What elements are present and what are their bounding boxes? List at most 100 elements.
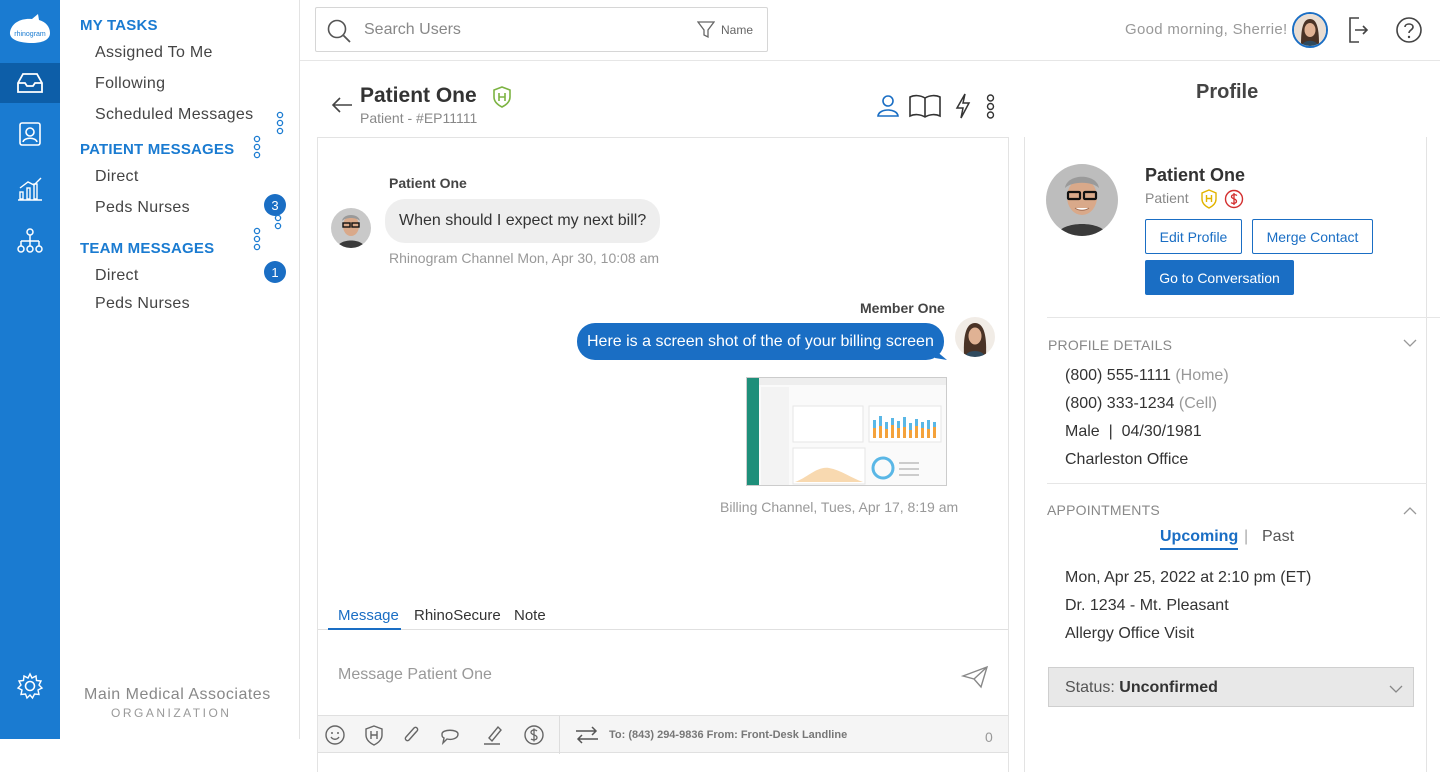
message-sender: Member One <box>860 300 945 316</box>
billing-screenshot-attachment[interactable] <box>746 377 947 486</box>
team-messages-heading[interactable]: TEAM MESSAGES <box>80 240 214 257</box>
signature-pen-icon[interactable] <box>481 724 503 746</box>
appointment-type: Allergy Office Visit <box>1065 625 1195 642</box>
logo-text: rhinogram <box>14 31 46 38</box>
status-value: Unconfirmed <box>1119 679 1218 696</box>
tab-upcoming[interactable]: Upcoming <box>1160 528 1239 550</box>
profile-name: Patient One <box>1145 165 1246 185</box>
profile-panel-title: Profile <box>1196 81 1259 103</box>
profile-avatar <box>1046 164 1118 236</box>
patient-avatar <box>331 208 371 248</box>
hipaa-shield-icon[interactable] <box>363 724 385 746</box>
organization-name: Main Medical Associates <box>84 686 271 703</box>
edit-profile-button[interactable]: Edit Profile <box>1145 219 1242 254</box>
chevron-down-icon[interactable] <box>1403 338 1417 348</box>
analytics-icon[interactable] <box>0 169 60 209</box>
bubble-tail <box>935 350 947 360</box>
user-avatar[interactable] <box>1292 12 1328 48</box>
tab-message[interactable]: Message <box>338 607 399 624</box>
nav-item-team-peds-nurses[interactable]: Peds Nurses <box>95 295 190 313</box>
go-to-conversation-button[interactable]: Go to Conversation <box>1145 260 1294 295</box>
conversation-title: Patient One <box>360 84 477 107</box>
attachment-paperclip-icon[interactable] <box>400 724 422 746</box>
section-divider <box>1047 483 1427 484</box>
help-icon[interactable] <box>1395 16 1423 44</box>
chevron-down-icon <box>1389 685 1403 693</box>
nav-item-patient-direct[interactable]: Direct <box>95 168 139 186</box>
lightning-icon[interactable] <box>954 93 972 119</box>
search-icon <box>327 19 351 43</box>
nav-item-assigned-to-me[interactable]: Assigned To Me <box>95 44 213 62</box>
member-avatar <box>955 317 995 357</box>
swap-channel-icon[interactable] <box>574 724 600 746</box>
more-options-icon[interactable] <box>276 111 284 135</box>
search-users-input[interactable]: Search Users Name <box>315 7 768 52</box>
emoji-icon[interactable] <box>324 724 346 746</box>
section-divider <box>1047 317 1440 318</box>
organization-label: ORGANIZATION <box>111 706 232 720</box>
icon-rail: rhinogram <box>0 0 60 739</box>
nav-item-team-direct[interactable]: Direct <box>95 267 139 285</box>
conversation-subtitle: Patient - #EP11111 <box>360 110 478 126</box>
unread-badge: 3 <box>264 194 286 216</box>
message-meta: Billing Channel, Tues, Apr 17, 8:19 am <box>720 499 959 515</box>
nav-item-patient-peds-nurses[interactable]: Peds Nurses <box>95 199 190 217</box>
character-count: 0 <box>985 729 993 745</box>
message-input[interactable]: Message Patient One <box>338 666 492 684</box>
search-placeholder: Search Users <box>364 21 461 38</box>
search-filter-label[interactable]: Name <box>721 23 753 37</box>
phone-home: (800) 555-1111 (Home) <box>1065 367 1229 385</box>
logout-icon[interactable] <box>1347 16 1369 44</box>
app-window: rhinogram MY TASKS Assigned To Me Follow… <box>0 0 1440 772</box>
team-messages-options-icon[interactable] <box>253 227 261 251</box>
merge-contact-button[interactable]: Merge Contact <box>1252 219 1373 254</box>
patient-messages-heading[interactable]: PATIENT MESSAGES <box>80 141 234 158</box>
phone-cell: (800) 333-1234 (Cell) <box>1065 395 1217 413</box>
filter-icon[interactable] <box>697 21 715 39</box>
message-text: Here is a screen shot of the of your bil… <box>587 332 934 350</box>
contacts-icon[interactable] <box>0 114 60 154</box>
outgoing-message-bubble[interactable]: Here is a screen shot of the of your bil… <box>577 323 944 360</box>
org-chart-icon[interactable] <box>0 222 60 262</box>
appointment-doctor: Dr. 1234 - Mt. Pleasant <box>1065 597 1229 614</box>
composer-tabs: Message RhinoSecure Note <box>318 604 1008 630</box>
nav-item-following[interactable]: Following <box>95 75 165 93</box>
profile-toggle-icon[interactable] <box>876 93 900 117</box>
profile-role: Patient <box>1145 190 1189 206</box>
inbox-icon[interactable] <box>0 63 60 103</box>
greeting-text: Good morning, Sherrie! <box>1125 21 1288 38</box>
appointment-status-select[interactable]: Status: Unconfirmed <box>1048 667 1414 707</box>
profile-details-heading[interactable]: PROFILE DETAILS <box>1048 337 1172 353</box>
chat-bubble-icon[interactable] <box>439 724 461 746</box>
settings-gear-icon[interactable] <box>0 666 60 706</box>
patient-messages-options-icon[interactable] <box>253 135 261 159</box>
gender-dob: Male | 04/30/1981 <box>1065 423 1202 440</box>
tab-past[interactable]: Past <box>1262 528 1294 546</box>
send-icon[interactable] <box>961 665 989 689</box>
status-text: Status: Unconfirmed <box>1065 679 1218 697</box>
phone-home-type: (Home) <box>1175 367 1229 384</box>
chevron-up-icon[interactable] <box>1403 506 1417 516</box>
topbar-divider <box>300 60 1440 61</box>
hipaa-shield-icon <box>492 86 512 108</box>
message-meta: Rhinogram Channel Mon, Apr 30, 10:08 am <box>389 250 660 266</box>
peds-nurses-options-icon[interactable] <box>274 214 282 232</box>
message-text: When should I expect my next bill? <box>399 212 647 229</box>
payment-dollar-icon[interactable] <box>523 724 545 746</box>
back-arrow-icon[interactable] <box>330 95 354 115</box>
appointments-heading[interactable]: APPOINTMENTS <box>1047 502 1160 518</box>
tab-separator: | <box>1244 528 1249 545</box>
incoming-message-bubble[interactable]: When should I expect my next bill? <box>385 199 661 243</box>
library-book-icon[interactable] <box>908 94 942 118</box>
more-vertical-icon[interactable] <box>986 94 995 119</box>
appointment-time: Mon, Apr 25, 2022 at 2:10 pm (ET) <box>1065 569 1312 586</box>
nav-item-scheduled-messages[interactable]: Scheduled Messages <box>95 106 253 124</box>
composer-toolbar: To: (843) 294-9836 From: Front-Desk Land… <box>318 715 1008 754</box>
phone-cell-type: (Cell) <box>1178 395 1218 412</box>
tab-note[interactable]: Note <box>514 607 546 624</box>
my-tasks-heading: MY TASKS <box>80 17 158 34</box>
active-tab-indicator <box>328 628 401 630</box>
channel-route-text[interactable]: To: (843) 294-9836 From: Front-Desk Land… <box>609 729 847 741</box>
tab-rhinosecure[interactable]: RhinoSecure <box>414 607 501 624</box>
rhinogram-logo[interactable]: rhinogram <box>6 10 54 50</box>
